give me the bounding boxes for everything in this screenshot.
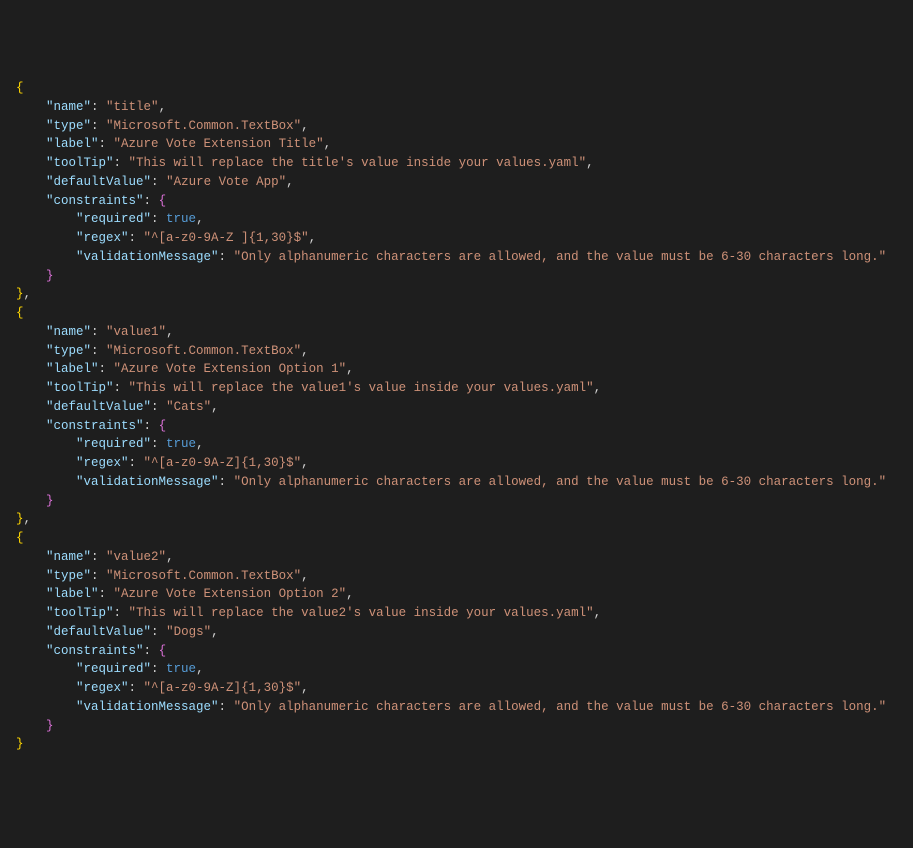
- code-line: "regex": "^[a-z0-9A-Z]{1,30}$",: [0, 679, 913, 698]
- code-line: "toolTip": "This will replace the value2…: [0, 604, 913, 623]
- code-line: }: [0, 735, 913, 754]
- code-line: "validationMessage": "Only alphanumeric …: [0, 248, 913, 267]
- code-line: "defaultValue": "Cats",: [0, 398, 913, 417]
- code-editor-view[interactable]: { "name": "title", "type": "Microsoft.Co…: [0, 79, 913, 754]
- code-line: },: [0, 510, 913, 529]
- code-line: "toolTip": "This will replace the title'…: [0, 154, 913, 173]
- code-line: },: [0, 285, 913, 304]
- code-line: "label": "Azure Vote Extension Option 1"…: [0, 360, 913, 379]
- code-line: "constraints": {: [0, 192, 913, 211]
- code-line: "constraints": {: [0, 417, 913, 436]
- code-line: "validationMessage": "Only alphanumeric …: [0, 473, 913, 492]
- code-line: }: [0, 717, 913, 736]
- code-line: "type": "Microsoft.Common.TextBox",: [0, 342, 913, 361]
- code-line: {: [0, 304, 913, 323]
- code-line: "regex": "^[a-z0-9A-Z]{1,30}$",: [0, 454, 913, 473]
- code-line: "regex": "^[a-z0-9A-Z ]{1,30}$",: [0, 229, 913, 248]
- code-line: "type": "Microsoft.Common.TextBox",: [0, 567, 913, 586]
- code-line: "name": "value2",: [0, 548, 913, 567]
- code-line: "label": "Azure Vote Extension Title",: [0, 135, 913, 154]
- code-line: "constraints": {: [0, 642, 913, 661]
- code-line: {: [0, 529, 913, 548]
- code-line: "required": true,: [0, 210, 913, 229]
- code-line: }: [0, 492, 913, 511]
- code-line: "defaultValue": "Azure Vote App",: [0, 173, 913, 192]
- code-line: "toolTip": "This will replace the value1…: [0, 379, 913, 398]
- code-line: "validationMessage": "Only alphanumeric …: [0, 698, 913, 717]
- code-line: "label": "Azure Vote Extension Option 2"…: [0, 585, 913, 604]
- code-line: {: [0, 79, 913, 98]
- code-line: "required": true,: [0, 660, 913, 679]
- code-line: "required": true,: [0, 435, 913, 454]
- code-line: "defaultValue": "Dogs",: [0, 623, 913, 642]
- code-line: "name": "value1",: [0, 323, 913, 342]
- code-line: "name": "title",: [0, 98, 913, 117]
- code-line: }: [0, 267, 913, 286]
- code-line: "type": "Microsoft.Common.TextBox",: [0, 117, 913, 136]
